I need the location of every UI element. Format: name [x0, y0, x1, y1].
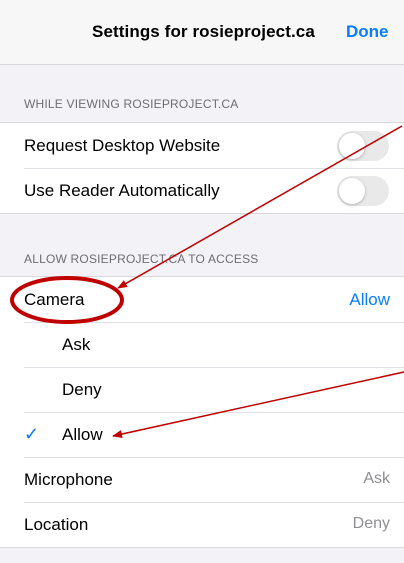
checkmark-icon: ✓ — [24, 424, 40, 444]
microphone-row[interactable]: Microphone Ask — [0, 457, 404, 502]
camera-option-allow[interactable]: ✓ Allow — [0, 412, 404, 457]
location-label: Location — [24, 515, 89, 534]
camera-row[interactable]: Camera Allow — [0, 277, 404, 322]
reader-label: Use Reader Automatically — [24, 181, 220, 200]
done-button[interactable]: Done — [346, 22, 389, 42]
section-header-access: ALLOW ROSIEPROJECT.CA TO ACCESS — [24, 252, 259, 266]
microphone-value: Ask — [363, 470, 390, 487]
access-settings-group: Camera Allow Ask Deny ✓ Allow Microphone… — [0, 276, 404, 548]
reader-toggle[interactable] — [337, 176, 389, 206]
option-allow-label: Allow — [62, 425, 103, 444]
request-desktop-row[interactable]: Request Desktop Website — [0, 123, 404, 168]
camera-option-ask[interactable]: Ask — [0, 322, 404, 367]
request-desktop-toggle[interactable] — [337, 131, 389, 161]
location-row[interactable]: Location Deny — [0, 502, 404, 547]
reader-row[interactable]: Use Reader Automatically — [0, 168, 404, 213]
page-title: Settings for rosieproject.ca — [92, 22, 315, 41]
toggle-knob — [339, 133, 365, 159]
camera-value: Allow — [349, 290, 390, 309]
camera-option-deny[interactable]: Deny — [0, 367, 404, 412]
toggle-knob — [339, 178, 365, 204]
microphone-label: Microphone — [24, 470, 113, 489]
section-header-viewing: WHILE VIEWING ROSIEPROJECT.CA — [24, 97, 239, 111]
nav-header: Settings for rosieproject.ca Done — [0, 0, 404, 65]
option-deny-label: Deny — [62, 380, 102, 399]
location-value: Deny — [352, 515, 390, 532]
request-desktop-label: Request Desktop Website — [24, 136, 221, 155]
camera-label: Camera — [24, 290, 85, 309]
viewing-settings-group: Request Desktop Website Use Reader Autom… — [0, 122, 404, 214]
option-ask-label: Ask — [62, 335, 91, 354]
